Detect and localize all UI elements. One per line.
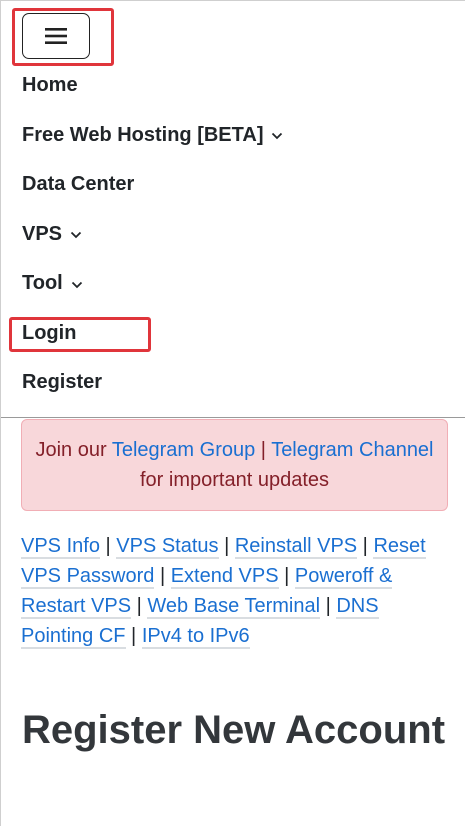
nav-item-label: Free Web Hosting [BETA] (22, 123, 264, 146)
link-separator: | (125, 625, 142, 647)
web-base-terminal-link[interactable]: Web Base Terminal (147, 595, 321, 619)
nav-item-home[interactable]: Home (22, 61, 442, 111)
nav-item-data-center[interactable]: Data Center (22, 160, 442, 210)
telegram-channel-link[interactable]: Telegram Channel (271, 439, 433, 461)
nav-item-register[interactable]: Register (22, 358, 442, 408)
navbar-toggler-button[interactable] (22, 13, 90, 59)
chevron-down-icon (271, 132, 283, 140)
ipv4-to-ipv6-link[interactable]: IPv4 to IPv6 (141, 625, 250, 649)
link-separator: | (99, 535, 117, 557)
hamburger-menu-icon (45, 27, 67, 45)
alert-prefix: Join our (35, 439, 112, 461)
telegram-alert: Join our Telegram Group | Telegram Chann… (21, 419, 448, 511)
link-separator: | (278, 565, 295, 587)
nav-item-vps[interactable]: VPS (22, 210, 442, 260)
telegram-group-link[interactable]: Telegram Group (112, 439, 255, 461)
nav-menu: Home Free Web Hosting [BETA] Data Center… (22, 61, 442, 408)
navbar-divider (1, 417, 465, 418)
link-separator: | (357, 535, 374, 557)
link-separator: | (131, 595, 148, 617)
extend-vps-link[interactable]: Extend VPS (170, 565, 279, 589)
link-separator: | (218, 535, 235, 557)
vps-status-link[interactable]: VPS Status (116, 535, 219, 559)
nav-item-tool[interactable]: Tool (22, 259, 442, 309)
nav-item-label: VPS (22, 222, 63, 245)
link-separator: | (154, 565, 171, 587)
chevron-down-icon (70, 231, 82, 239)
nav-item-label: Tool (22, 272, 63, 295)
alert-separator: | (255, 439, 272, 461)
login-highlight-box (9, 317, 151, 352)
nav-item-free-web-hosting[interactable]: Free Web Hosting [BETA] (22, 111, 442, 161)
vps-info-link[interactable]: VPS Info (21, 535, 100, 559)
nav-item-label: Home (22, 74, 78, 97)
alert-suffix: for important updates (140, 469, 329, 491)
page: Home Free Web Hosting [BETA] Data Center… (0, 0, 465, 826)
nav-item-label: Data Center (22, 173, 135, 196)
nav-item-label: Register (22, 371, 103, 394)
reinstall-vps-link[interactable]: Reinstall VPS (234, 535, 358, 559)
link-separator: | (320, 595, 337, 617)
page-title: Register New Account (21, 708, 446, 752)
quick-links: VPS Info | VPS Status | Reinstall VPS | … (21, 531, 441, 651)
chevron-down-icon (71, 281, 83, 289)
